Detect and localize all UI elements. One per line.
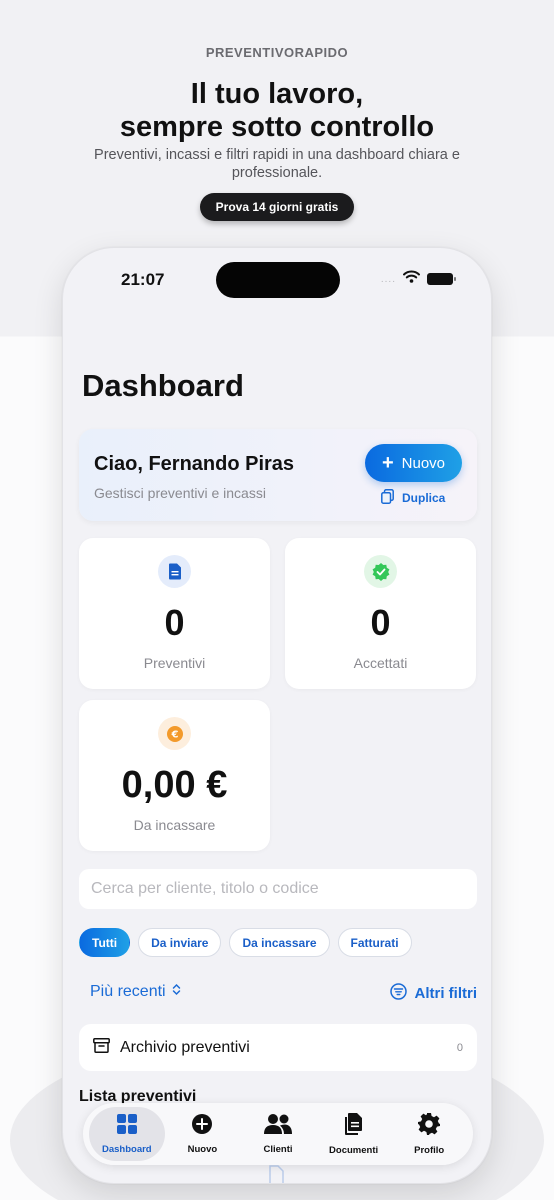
promo-subtitle: Preventivi, incassi e filtri rapidi in u… xyxy=(94,147,460,181)
dynamic-island xyxy=(216,262,340,298)
tab-label: Documenti xyxy=(329,1145,379,1156)
headline-line-1: Il tuo lavoro, xyxy=(190,78,364,110)
tab-bar: Dashboard Nuovo Clienti Documenti Profil… xyxy=(83,1103,473,1165)
more-filters-button[interactable]: Altri filtri xyxy=(389,983,478,1004)
tab-label: Dashboard xyxy=(101,1144,152,1155)
archive-row[interactable]: Archivio preventivi 0 xyxy=(79,1024,477,1071)
stat-card-accettati[interactable]: 0 Accettati xyxy=(285,538,476,689)
chevron-up-down-icon xyxy=(172,983,181,1001)
tab-label: Clienti xyxy=(263,1144,293,1155)
tab-nuovo[interactable]: Nuovo xyxy=(165,1107,241,1161)
people-icon xyxy=(263,1113,293,1140)
stat-value: 0 xyxy=(370,602,391,643)
status-time: 21:07 xyxy=(121,270,165,289)
sort-dropdown[interactable]: Più recenti xyxy=(90,983,181,1001)
tab-profilo[interactable]: Profilo xyxy=(391,1107,467,1161)
signal-icon: .... xyxy=(380,273,396,285)
chip-fatturati[interactable]: Fatturati xyxy=(337,928,412,957)
archive-box-icon xyxy=(93,1037,110,1058)
document-icon xyxy=(158,555,191,588)
gear-icon xyxy=(417,1112,441,1141)
stat-card-preventivi[interactable]: 0 Preventivi xyxy=(79,538,270,689)
plus-icon: + xyxy=(381,452,394,474)
new-quote-label: Nuovo xyxy=(401,454,446,472)
search-input[interactable] xyxy=(79,869,477,909)
empty-list-document-icon xyxy=(266,1165,286,1183)
page-title: Dashboard xyxy=(82,368,244,403)
tab-label: Nuovo xyxy=(187,1144,218,1155)
copy-icon xyxy=(381,489,394,507)
archive-count: 0 xyxy=(456,1041,463,1054)
phone-frame: 21:07 .... Dashboard Ciao, Fernando Pira… xyxy=(62,247,492,1184)
status-icons: .... xyxy=(380,270,456,288)
tab-documenti[interactable]: Documenti xyxy=(316,1107,392,1161)
filter-chips: Tutti Da inviare Da incassare Fatturati xyxy=(79,928,412,957)
duplicate-label: Duplica xyxy=(402,491,446,505)
duplicate-button[interactable]: Duplica xyxy=(381,489,445,507)
greeting-card: Ciao, Fernando Piras Gestisci preventivi… xyxy=(79,429,477,521)
headline-line-2: sempre sotto controllo xyxy=(119,111,435,143)
wifi-icon xyxy=(403,270,420,288)
tab-clienti[interactable]: Clienti xyxy=(240,1107,316,1161)
stat-value: 0,00 € xyxy=(121,764,228,806)
chip-da-incassare[interactable]: Da incassare xyxy=(229,928,330,957)
grid-icon xyxy=(116,1113,138,1140)
greeting-subtitle: Gestisci preventivi e incassi xyxy=(94,485,266,501)
svg-text:€: € xyxy=(170,729,178,740)
plus-circle-icon xyxy=(191,1113,213,1140)
free-trial-button[interactable]: Prova 14 giorni gratis xyxy=(200,193,354,221)
archive-label: Archivio preventivi xyxy=(120,1038,250,1056)
battery-icon xyxy=(427,273,456,285)
brand-name: PREVENTIVORAPIDO xyxy=(205,45,349,60)
new-quote-button[interactable]: + Nuovo xyxy=(365,444,462,482)
stat-label: Accettati xyxy=(353,655,408,671)
stat-value: 0 xyxy=(164,602,185,643)
chip-da-inviare[interactable]: Da inviare xyxy=(138,928,222,957)
stat-card-da-incassare[interactable]: € 0,00 € Da incassare xyxy=(79,700,270,851)
stat-label: Da incassare xyxy=(133,817,216,833)
greeting-name: Ciao, Fernando Piras xyxy=(94,453,295,475)
sort-label: Più recenti xyxy=(90,983,166,1000)
headline: Il tuo lavoro, sempre sotto controllo xyxy=(0,78,554,144)
stat-label: Preventivi xyxy=(143,655,206,671)
documents-icon xyxy=(343,1112,365,1141)
check-badge-icon xyxy=(364,555,397,588)
more-filters-label: Altri filtri xyxy=(414,985,478,1002)
tab-label: Profilo xyxy=(414,1145,445,1156)
euro-coin-icon: € xyxy=(158,717,191,750)
tab-dashboard[interactable]: Dashboard xyxy=(89,1107,165,1161)
filter-icon xyxy=(389,983,407,1004)
chip-tutti[interactable]: Tutti xyxy=(79,928,131,957)
